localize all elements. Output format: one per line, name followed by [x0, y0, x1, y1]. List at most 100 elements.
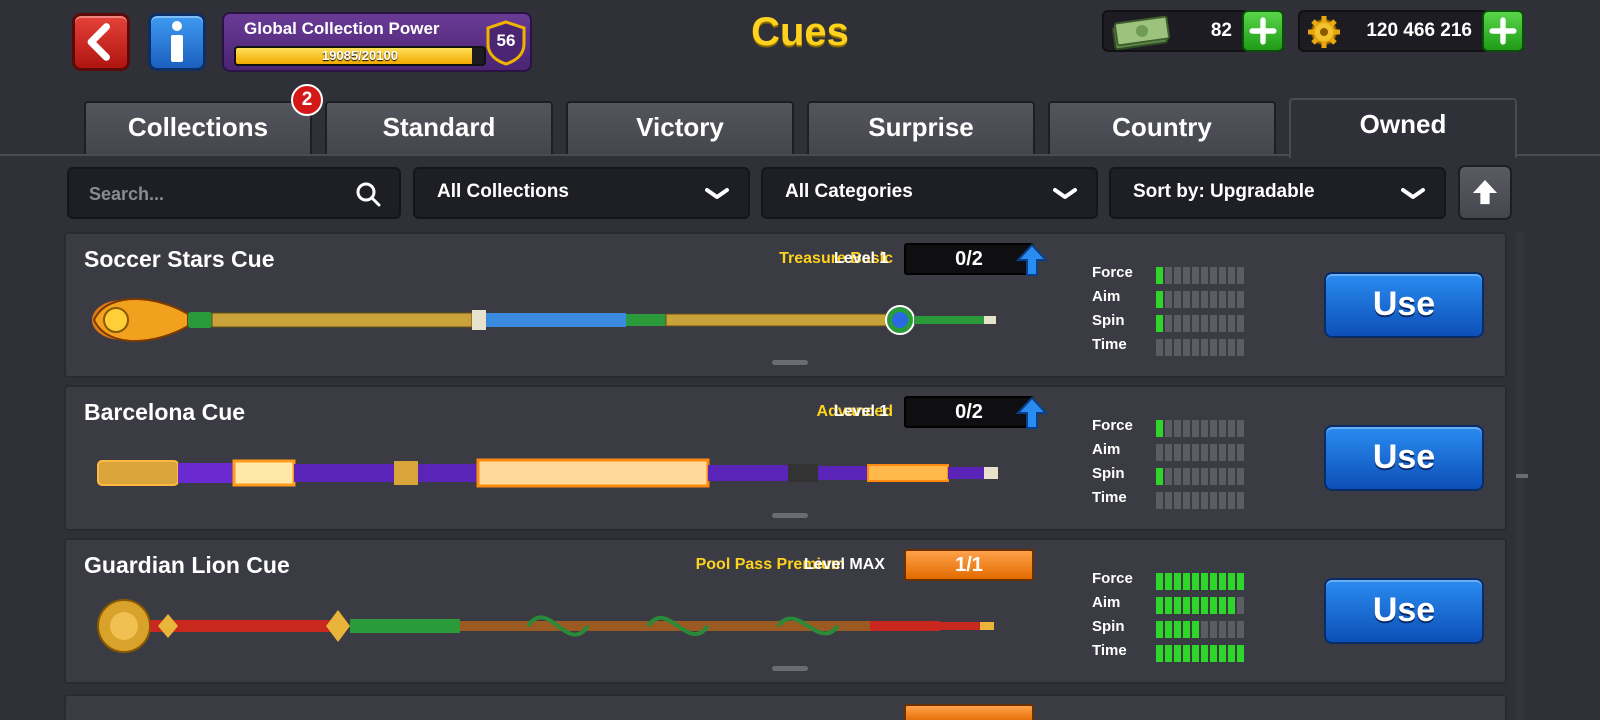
add-cash-button[interactable]	[1242, 10, 1284, 52]
tab-collections[interactable]: Collections	[84, 101, 312, 154]
page-title: Cues	[751, 10, 849, 54]
stat-segment	[1228, 291, 1235, 308]
stat-segment	[1183, 444, 1190, 461]
guardian-lion-cue-image	[97, 599, 994, 653]
stat-segment	[1219, 645, 1226, 662]
scrollbar-thumb[interactable]	[1516, 474, 1528, 478]
stat-segment	[1228, 645, 1235, 662]
time-bar	[1156, 492, 1244, 509]
stat-segment	[1192, 267, 1199, 284]
cue-name: Soccer Stars Cue	[84, 246, 275, 272]
stat-segment	[1165, 420, 1172, 437]
add-coins-button[interactable]	[1482, 10, 1524, 52]
cue-card: Barcelona Cue Advanced Level 1 0/2 Force…	[64, 385, 1507, 531]
categories-dropdown[interactable]: All Categories	[761, 167, 1098, 219]
tab-surprise[interactable]: Surprise	[807, 101, 1035, 154]
cue-card-partial	[64, 694, 1507, 720]
stat-segment	[1237, 267, 1244, 284]
decorative-arc	[0, 20, 20, 150]
search-input[interactable]	[89, 181, 339, 207]
stat-segment	[1165, 468, 1172, 485]
arrow-up-icon	[1472, 180, 1498, 205]
stat-segment	[1165, 444, 1172, 461]
cash-icon	[1111, 15, 1171, 50]
stat-segment	[1174, 267, 1181, 284]
soccer-stars-cue-image	[92, 298, 996, 342]
stat-label: Force	[1092, 264, 1133, 281]
stat-segment	[1201, 597, 1208, 614]
stat-segment	[1174, 597, 1181, 614]
tab-owned[interactable]: Owned	[1289, 98, 1517, 158]
sort-direction-button[interactable]	[1458, 165, 1512, 220]
back-button[interactable]	[72, 13, 130, 71]
stat-segment	[1156, 468, 1163, 485]
cue-upgrade-progress: 0/2	[904, 396, 1034, 428]
power-level: 56	[496, 31, 516, 50]
tab-standard[interactable]: Standard	[325, 101, 553, 154]
stat-segment	[1165, 315, 1172, 332]
stat-segment	[1192, 291, 1199, 308]
stat-segment	[1201, 291, 1208, 308]
chevron-down-icon	[705, 188, 729, 199]
spin-bar	[1156, 468, 1244, 485]
search-box[interactable]	[67, 167, 401, 219]
use-cue-button[interactable]: Use	[1324, 272, 1484, 338]
drag-handle[interactable]	[772, 513, 808, 518]
coin-value: 120 466 216	[1366, 20, 1472, 41]
stat-segment	[1201, 573, 1208, 590]
stat-segment	[1228, 597, 1235, 614]
collections-dropdown[interactable]: All Collections	[413, 167, 750, 219]
stat-segment	[1201, 420, 1208, 437]
cash-value: 82	[1210, 20, 1232, 41]
stat-segment	[1210, 420, 1217, 437]
use-cue-button[interactable]: Use	[1324, 425, 1484, 491]
tab-country[interactable]: Country	[1048, 101, 1276, 154]
stat-segment	[1156, 420, 1163, 437]
drag-handle[interactable]	[772, 360, 808, 365]
stat-segment	[1165, 339, 1172, 356]
stat-segment	[1192, 420, 1199, 437]
stat-segment	[1183, 573, 1190, 590]
stat-segment	[1201, 468, 1208, 485]
chevron-down-icon	[1401, 188, 1425, 199]
tab-victory[interactable]: Victory	[566, 101, 794, 154]
use-cue-button[interactable]: Use	[1324, 578, 1484, 644]
stat-segment	[1201, 339, 1208, 356]
stat-segment	[1156, 291, 1163, 308]
stat-segment	[1228, 621, 1235, 638]
info-button[interactable]	[148, 13, 206, 71]
stat-segment	[1174, 492, 1181, 509]
stat-segment	[1228, 444, 1235, 461]
stat-segment	[1210, 339, 1217, 356]
stat-label: Spin	[1092, 312, 1125, 329]
stat-segment	[1183, 468, 1190, 485]
global-collection-power[interactable]: Global Collection Power 19085/20100 56	[222, 12, 532, 72]
coin-counter: 120 466 216	[1298, 10, 1524, 52]
stat-segment	[1165, 645, 1172, 662]
stat-segment	[1192, 444, 1199, 461]
categories-dropdown-label: All Categories	[785, 181, 913, 202]
stat-segment	[1192, 315, 1199, 332]
plus-icon	[1489, 17, 1517, 45]
stat-segment	[1210, 645, 1217, 662]
stat-segment	[1174, 645, 1181, 662]
stat-segment	[1210, 492, 1217, 509]
stat-segment	[1165, 492, 1172, 509]
stat-segment	[1237, 315, 1244, 332]
spin-bar	[1156, 315, 1244, 332]
stat-label: Time	[1092, 336, 1127, 353]
search-icon[interactable]	[355, 181, 381, 207]
cash-counter: 82	[1102, 10, 1284, 52]
stat-segment	[1201, 492, 1208, 509]
stat-segment	[1174, 315, 1181, 332]
stat-segment	[1228, 267, 1235, 284]
drag-handle[interactable]	[772, 666, 808, 671]
force-bar	[1156, 267, 1244, 284]
stat-segment	[1174, 444, 1181, 461]
stat-segment	[1201, 267, 1208, 284]
stat-segment	[1156, 573, 1163, 590]
stat-label: Time	[1092, 489, 1127, 506]
stat-segment	[1219, 420, 1226, 437]
stat-segment	[1183, 315, 1190, 332]
sort-dropdown[interactable]: Sort by: Upgradable	[1109, 167, 1446, 219]
